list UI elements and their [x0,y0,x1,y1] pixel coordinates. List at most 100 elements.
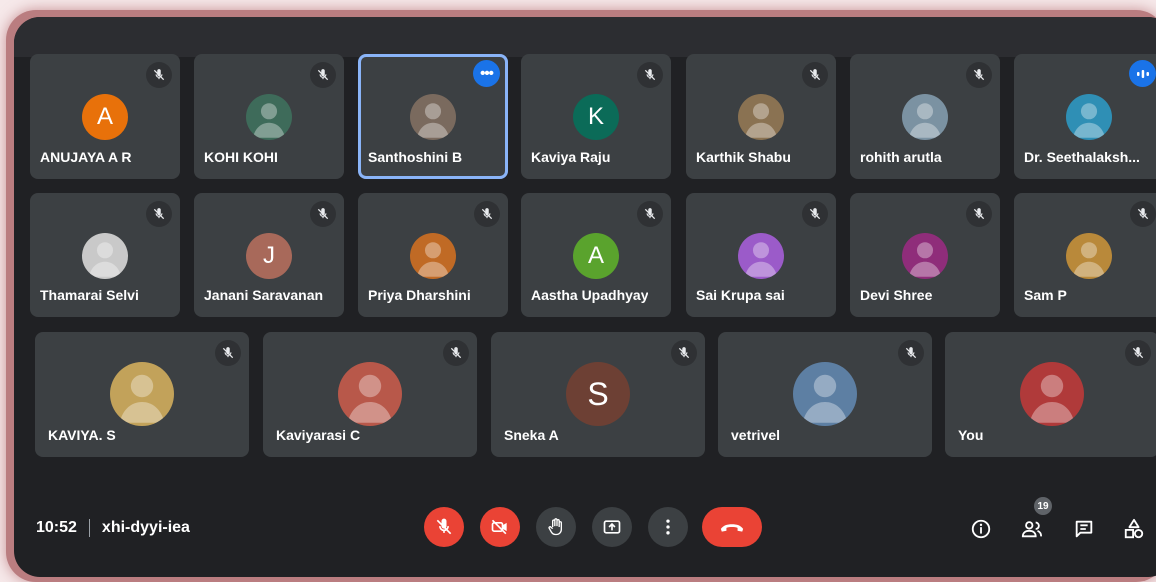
participant-name: Sai Krupa sai [696,287,785,303]
leave-call-button[interactable] [702,507,762,547]
profile-photo-icon [908,242,942,277]
mic-muted-icon [802,201,828,227]
participant-name: rohith arutla [860,149,942,165]
avatar-photo [1066,94,1112,140]
avatar-photo [82,233,128,279]
participant-tile[interactable]: A ANUJAYA A R [30,54,180,179]
divider [88,519,90,537]
more-options-button[interactable] [648,507,688,547]
mic-muted-icon [637,201,663,227]
participant-name: KOHI KOHI [204,149,278,165]
activities-icon [1124,518,1144,539]
mic-muted-icon [146,201,172,227]
people-count-badge: 19 [1034,497,1052,515]
mic-muted-icon [146,62,172,88]
mic-muted-icon [802,62,828,88]
participant-tile[interactable]: Thamarai Selvi [30,193,180,317]
more-options-icon [666,519,670,535]
people-icon [1021,521,1043,538]
chat-button[interactable] [1072,517,1096,541]
avatar-photo [1020,362,1084,426]
participant-tile[interactable]: Karthik Shabu [686,54,836,179]
top-strip [14,17,1156,57]
speaking-indicator-icon [1129,60,1156,87]
participant-tile[interactable]: Santhoshini B ••• [358,54,508,179]
participant-name: Kaviyarasi C [276,427,361,443]
mic-muted-icon [310,62,336,88]
activities-button[interactable] [1122,517,1146,541]
profile-photo-icon [1029,374,1075,423]
chat-icon [1075,520,1093,538]
mic-muted-icon [310,201,336,227]
profile-photo-icon [744,103,778,138]
info-icon [971,519,991,539]
profile-photo-icon [908,103,942,138]
profile-photo-icon [1072,242,1106,277]
raise-hand-button[interactable] [536,507,576,547]
participant-tile[interactable]: S Sneka A [491,332,705,457]
profile-photo-icon [416,103,450,138]
meeting-time: 10:52 [36,519,77,536]
participant-name: Sam P [1024,287,1067,303]
avatar-photo [338,362,402,426]
avatar-initial: A [82,94,128,140]
participant-name: vetrivel [731,427,781,443]
mic-muted-icon [1130,201,1156,227]
participant-tile[interactable]: Sai Krupa sai [686,193,836,317]
avatar-photo [1066,233,1112,279]
mic-muted-icon [215,340,241,366]
mic-muted-icon [966,201,992,227]
participant-tile[interactable]: You [945,332,1156,457]
avatar-initial: K [573,94,619,140]
mic-toggle-button[interactable] [424,507,464,547]
participant-name: Sneka A [504,427,559,443]
participant-tile[interactable]: A Aastha Upadhyay [521,193,671,317]
avatar-photo [738,94,784,140]
mic-muted-icon [898,340,924,366]
mic-muted-icon [474,201,500,227]
mic-muted-icon [671,340,697,366]
participant-name: Aastha Upadhyay [531,287,649,303]
participant-tile[interactable]: Priya Dharshini [358,193,508,317]
participant-tile[interactable]: KOHI KOHI [194,54,344,179]
participant-name: KAVIYA. S [48,427,116,443]
profile-photo-icon [416,242,450,277]
mic-muted-icon [443,340,469,366]
raise-hand-icon [548,518,562,536]
mic-off-icon [436,518,452,535]
mic-muted-icon [966,62,992,88]
participant-tile[interactable]: Kaviyarasi C [263,332,477,457]
participant-tile[interactable]: rohith arutla [850,54,1000,179]
more-options-icon[interactable]: ••• [473,60,500,87]
present-button[interactable] [592,507,632,547]
avatar-photo [902,94,948,140]
participant-name: Kaviya Raju [531,149,611,165]
participant-name: ANUJAYA A R [40,149,132,165]
participant-name: Dr. Seethalaksh... [1024,149,1140,165]
meeting-details-button[interactable] [969,517,993,541]
participant-tile[interactable]: K Kaviya Raju [521,54,671,179]
mic-muted-icon [1125,340,1151,366]
avatar-photo [246,94,292,140]
mic-muted-icon [637,62,663,88]
participant-tile[interactable]: Sam P [1014,193,1156,317]
avatar-initial: J [246,233,292,279]
participant-tile[interactable]: J Janani Saravanan [194,193,344,317]
people-button[interactable] [1020,517,1044,541]
meeting-code: xhi-dyyi-iea [101,519,190,536]
profile-photo-icon [802,374,848,423]
profile-photo-icon [119,374,165,423]
camera-toggle-button[interactable] [480,507,520,547]
participant-name: Devi Shree [860,287,933,303]
participant-tile[interactable]: Dr. Seethalaksh... [1014,54,1156,179]
avatar-photo [410,94,456,140]
participant-tile[interactable]: KAVIYA. S [35,332,249,457]
present-screen-icon [603,520,621,534]
participant-name: You [958,427,984,443]
participant-tile[interactable]: Devi Shree [850,193,1000,317]
profile-photo-icon [744,242,778,277]
end-call-icon [720,524,744,532]
avatar-initial: A [573,233,619,279]
bottom-toolbar: 10:52 xhi-dyyi-iea 19 [14,477,1156,577]
participant-tile[interactable]: vetrivel [718,332,932,457]
